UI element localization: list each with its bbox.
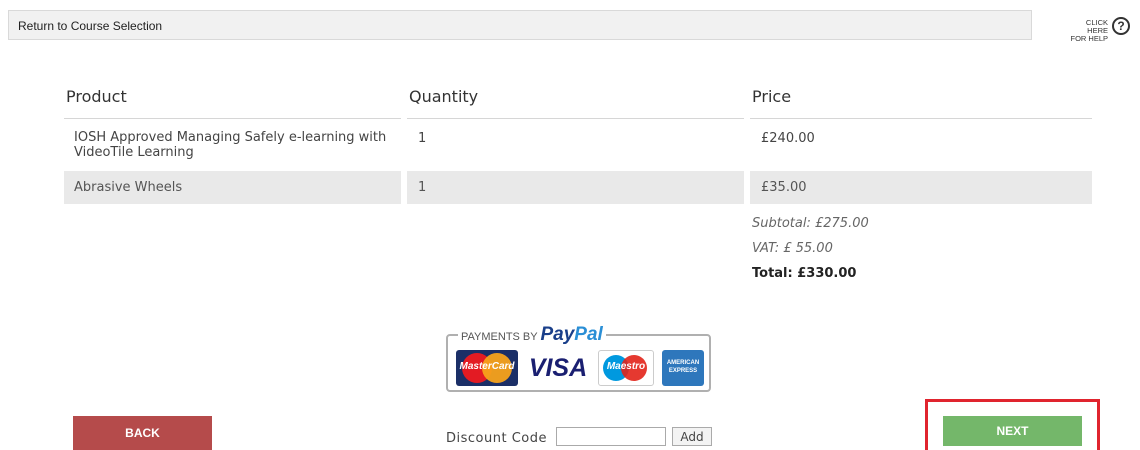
- quantity-cell: 1: [418, 180, 427, 195]
- quantity-cell: 1: [418, 131, 427, 146]
- header-divider: [750, 118, 1092, 119]
- next-button[interactable]: NEXT: [943, 416, 1082, 446]
- american-express-icon: AMERICAN EXPRESS: [662, 350, 704, 386]
- price-cell: £35.00: [761, 180, 807, 195]
- column-header-product: Product: [66, 87, 127, 106]
- paypal-logo: PAYMENTS BY PayPal: [458, 324, 606, 346]
- question-circle-icon[interactable]: ?: [1112, 17, 1130, 35]
- header-divider: [407, 118, 744, 119]
- maestro-label: Maestro: [606, 361, 646, 372]
- column-header-quantity: Quantity: [409, 87, 479, 106]
- help-button[interactable]: CLICK HERE FOR HELP ?: [1068, 16, 1134, 43]
- subtotal-text: Subtotal: £275.00: [752, 216, 869, 231]
- row-background: [407, 171, 744, 204]
- product-cell: IOSH Approved Managing Safely e-learning…: [74, 130, 387, 160]
- amex-label: AMERICAN EXPRESS: [666, 360, 700, 374]
- help-text-line1: CLICK HERE: [1085, 18, 1108, 35]
- payments-by-label: PAYMENTS BY: [461, 331, 538, 343]
- column-header-price: Price: [752, 87, 792, 106]
- mastercard-label: MasterCard: [459, 361, 515, 372]
- top-bar: Return to Course Selection: [8, 10, 1032, 40]
- add-discount-button[interactable]: Add: [672, 427, 712, 446]
- discount-code-input[interactable]: [556, 427, 666, 446]
- return-to-course-selection-link[interactable]: Return to Course Selection: [18, 19, 162, 33]
- help-text: CLICK HERE FOR HELP: [1068, 19, 1108, 43]
- maestro-icon: Maestro: [598, 350, 654, 386]
- vat-text: VAT: £ 55.00: [752, 241, 833, 256]
- help-text-line2: FOR HELP: [1070, 34, 1108, 43]
- paypal-brand-pay: Pay: [540, 324, 575, 345]
- product-cell: Abrasive Wheels: [74, 180, 183, 195]
- discount-code-label: Discount Code: [446, 431, 547, 446]
- price-cell: £240.00: [761, 131, 815, 146]
- header-divider: [64, 118, 401, 119]
- back-button[interactable]: BACK: [73, 416, 212, 450]
- visa-icon: VISA: [528, 354, 588, 382]
- paypal-brand-pal: Pal: [574, 324, 603, 345]
- payment-methods-box: PAYMENTS BY PayPal MasterCard VISA Maest…: [446, 324, 711, 392]
- total-text: Total: £330.00: [752, 266, 857, 281]
- mastercard-icon: MasterCard: [456, 350, 518, 386]
